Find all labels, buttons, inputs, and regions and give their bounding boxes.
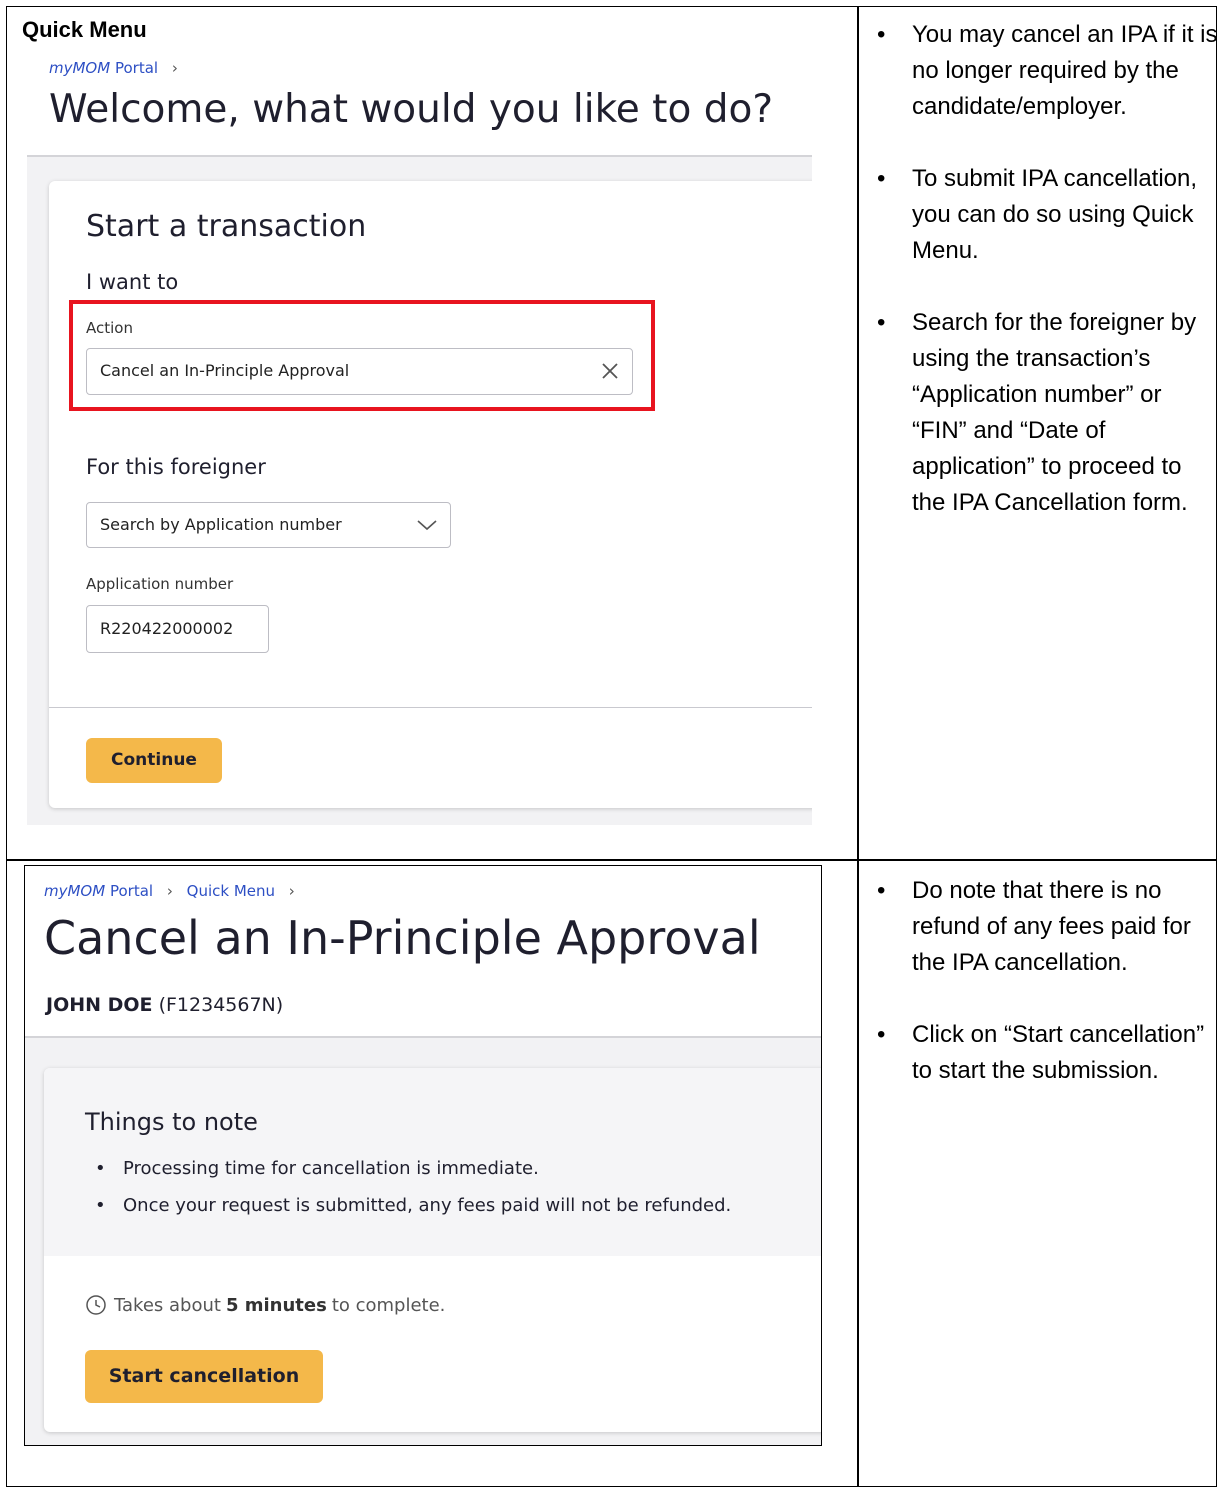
foreigner-name: JOHN DOE	[46, 994, 153, 1016]
action-value: Cancel an In-Principle Approval	[100, 361, 350, 380]
foreigner-heading: For this foreigner	[86, 455, 266, 479]
chevron-down-icon	[417, 520, 437, 531]
close-icon[interactable]	[600, 361, 620, 381]
breadcrumb-brand[interactable]: myMOM	[44, 882, 105, 900]
list-item: Search for the foreigner by using the tr…	[868, 305, 1218, 521]
time-prefix: Takes about	[114, 1294, 221, 1316]
transaction-card: Start a transaction I want to Action Can…	[49, 181, 812, 808]
cancel-ipa-screenshot: myMOM Portal › Quick Menu › Cancel an In…	[24, 865, 822, 1446]
card-title: Start a transaction	[86, 209, 367, 244]
clock-icon	[86, 1295, 106, 1315]
breadcrumb-quick-menu[interactable]: Quick Menu	[187, 882, 275, 900]
time-suffix: to complete.	[331, 1294, 446, 1316]
foreigner-identity: JOHN DOE (F1234567N)	[46, 994, 283, 1016]
list-item: Do note that there is no refund of any f…	[868, 873, 1218, 981]
breadcrumb: myMOM Portal ›	[49, 59, 187, 77]
time-value: 5 minutes	[225, 1294, 327, 1316]
list-item: Once your request is submitted, any fees…	[85, 1195, 731, 1232]
list-item: Processing time for cancellation is imme…	[85, 1158, 731, 1195]
section-heading: Quick Menu	[22, 17, 147, 42]
breadcrumb-portal[interactable]: Portal	[115, 59, 158, 77]
action-input[interactable]: Cancel an In-Principle Approval	[86, 348, 633, 395]
table-row-divider	[7, 859, 1216, 861]
breadcrumb: myMOM Portal › Quick Menu ›	[44, 882, 304, 900]
document-table: Quick Menu myMOM Portal › Welcome, what …	[6, 6, 1218, 1487]
list-item: Click on “Start cancellation” to start t…	[868, 1017, 1218, 1089]
search-type-select[interactable]: Search by Application number	[86, 502, 451, 548]
list-item: You may cancel an IPA if it is no longer…	[868, 17, 1218, 125]
things-to-note-list: Processing time for cancellation is imme…	[85, 1158, 731, 1232]
action-label: Action	[86, 319, 133, 337]
application-number-input[interactable]: R220422000002	[86, 605, 269, 653]
time-estimate: Takes about 5 minutes to complete.	[85, 1294, 445, 1316]
cancellation-card: Things to note Processing time for cance…	[44, 1068, 821, 1432]
breadcrumb-brand[interactable]: myMOM	[49, 59, 110, 77]
instruction-list-bottom: Do note that there is no refund of any f…	[868, 873, 1218, 1125]
card-divider	[49, 707, 812, 708]
page-title: Welcome, what would you like to do?	[49, 87, 774, 132]
breadcrumb-portal[interactable]: Portal	[110, 882, 153, 900]
chevron-right-icon: ›	[171, 59, 178, 77]
things-to-note-title: Things to note	[85, 1108, 258, 1136]
list-item: To submit IPA cancellation, you can do s…	[868, 161, 1218, 269]
chevron-right-icon: ›	[166, 882, 173, 900]
quick-menu-screenshot: myMOM Portal › Welcome, what would you l…	[27, 51, 812, 825]
i-want-to-label: I want to	[86, 270, 179, 294]
search-type-value: Search by Application number	[100, 515, 342, 534]
table-column-divider	[857, 7, 859, 1486]
foreigner-fin: (F1234567N)	[158, 994, 284, 1016]
application-number-label: Application number	[86, 575, 234, 593]
chevron-right-icon: ›	[288, 882, 295, 900]
start-cancellation-button[interactable]: Start cancellation	[85, 1350, 323, 1403]
continue-button[interactable]: Continue	[86, 738, 222, 783]
page-title: Cancel an In-Principle Approval	[44, 911, 761, 965]
instruction-list-top: You may cancel an IPA if it is no longer…	[868, 17, 1218, 557]
